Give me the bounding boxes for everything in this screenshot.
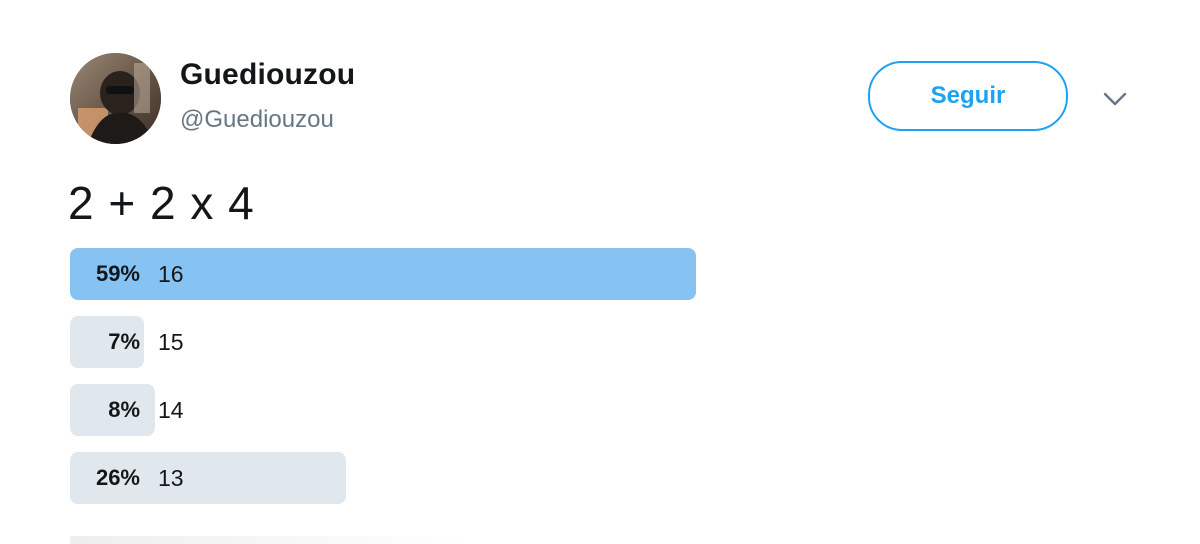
avatar-image bbox=[70, 53, 161, 144]
poll-option: 26% 13 bbox=[70, 452, 696, 504]
poll-option-label: 16 bbox=[158, 261, 184, 287]
poll-percent: 59% bbox=[95, 261, 140, 286]
display-name[interactable]: Guediouzou bbox=[180, 58, 355, 92]
poll-option: 59% 16 bbox=[70, 248, 696, 300]
chevron-down-icon[interactable] bbox=[1100, 84, 1130, 114]
tweet-text: 2 + 2 x 4 bbox=[68, 177, 255, 229]
poll-percent: 26% bbox=[95, 465, 140, 490]
poll-option-label: 14 bbox=[158, 397, 184, 423]
poll-option-label: 13 bbox=[158, 465, 184, 491]
avatar[interactable] bbox=[70, 53, 161, 144]
poll-percent: 8% bbox=[108, 397, 140, 422]
poll-percent: 7% bbox=[108, 329, 140, 354]
user-handle[interactable]: @Guediouzou bbox=[180, 106, 334, 134]
poll-option: 8% 14 bbox=[70, 384, 696, 436]
divider bbox=[70, 536, 470, 544]
follow-button[interactable]: Seguir bbox=[868, 61, 1068, 131]
poll: 59% 16 7% 15 8% 14 26% 13 bbox=[70, 248, 696, 520]
tweet-card: Guediouzou @Guediouzou Seguir 2 + 2 x 4 … bbox=[0, 0, 1200, 544]
poll-option: 7% 15 bbox=[70, 316, 696, 368]
poll-option-label: 15 bbox=[158, 329, 184, 355]
